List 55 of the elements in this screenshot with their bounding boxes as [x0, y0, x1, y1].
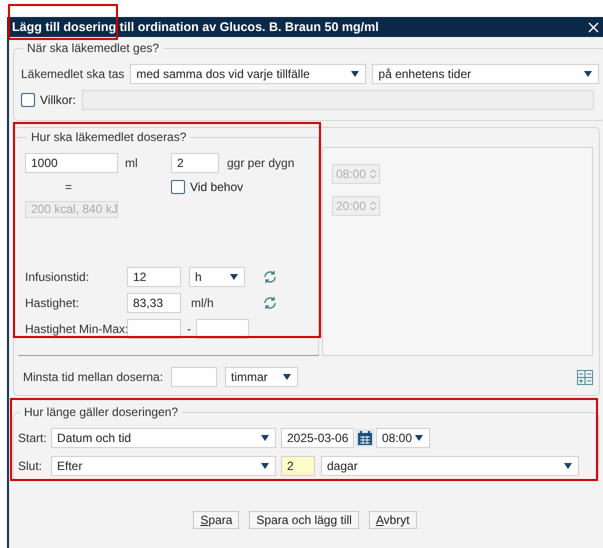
field-label: Hastighet:	[25, 296, 80, 310]
refresh-icon[interactable]	[263, 296, 277, 310]
dose-mode-dropdown[interactable]: med samma dos vid varje tillfälle	[130, 64, 366, 84]
caret-icon	[564, 463, 572, 469]
refresh-icon[interactable]	[263, 270, 277, 284]
interval-unit-dropdown[interactable]: timmar	[225, 367, 298, 387]
energy-field: 200 kcal, 840 kJ	[25, 200, 118, 218]
checkbox[interactable]: Vid behov	[171, 180, 244, 194]
field-label: Infusionstid:	[25, 270, 90, 284]
grid-icon[interactable]	[577, 370, 593, 384]
close-icon[interactable]	[588, 22, 599, 32]
checkbox-box[interactable]	[171, 180, 185, 194]
range-separator: -	[186, 322, 192, 336]
dialog-button[interactable]: Avbryt	[368, 511, 417, 529]
schedule-dropdown[interactable]: på enhetens tider	[372, 64, 600, 84]
condition-field[interactable]	[82, 90, 594, 110]
start-time-dropdown[interactable]: 08:00	[376, 428, 430, 448]
section-legend: Hur länge gäller doseringen?	[20, 405, 182, 419]
unit-label: ggr per dygn	[226, 156, 294, 170]
caret-icon	[261, 435, 269, 441]
date-spinner[interactable]: 2025-03-06	[281, 428, 354, 448]
unit-label: ml	[124, 156, 139, 170]
caret-icon	[584, 71, 592, 77]
section-legend: När ska läkemedlet ges?	[23, 41, 164, 55]
frequency-field[interactable]: 2	[171, 153, 219, 173]
caret-icon	[351, 71, 360, 77]
field-label: Slut:	[18, 459, 44, 473]
rate-min-field[interactable]	[127, 319, 181, 339]
caret-icon	[230, 274, 238, 280]
equals-sign: =	[65, 180, 72, 194]
duration-unit-dropdown[interactable]: dagar	[321, 456, 579, 476]
checkbox-box[interactable]	[21, 93, 35, 107]
dialog-button[interactable]: Spara	[193, 511, 240, 529]
calendar-icon[interactable]	[356, 429, 374, 447]
field-label: Minsta tid mellan doserna:	[23, 370, 164, 384]
min-interval-field[interactable]	[171, 367, 217, 387]
rate-max-field[interactable]	[196, 319, 249, 339]
dialog-button[interactable]: Spara och lägg till	[249, 511, 359, 529]
field-label: Hastighet Min-Max:	[25, 322, 127, 336]
unit-label: ml/h	[190, 296, 215, 310]
end-mode-dropdown[interactable]: Efter	[51, 456, 276, 476]
rate-field[interactable]: 83,33	[127, 293, 181, 313]
start-mode-dropdown[interactable]: Datum och tid	[51, 428, 276, 448]
window-title: Lägg till dosering till ordination av Glucos. B. Braun 50 mg/ml	[12, 20, 379, 34]
infusion-time-field[interactable]: 12	[127, 267, 181, 287]
caret-icon	[261, 463, 269, 469]
time-unit-dropdown[interactable]: h	[189, 267, 245, 287]
field-label: Läkemedlet ska tas	[21, 67, 124, 81]
checkbox[interactable]: Villkor:	[21, 93, 76, 107]
caret-icon	[415, 435, 423, 441]
caret-icon	[283, 374, 291, 380]
duration-count-field[interactable]: 2	[281, 456, 315, 476]
field-label: Start:	[18, 431, 48, 445]
section-legend: Hur ska läkemedlet doseras?	[27, 130, 190, 144]
amount-field[interactable]: 1000	[25, 153, 118, 173]
